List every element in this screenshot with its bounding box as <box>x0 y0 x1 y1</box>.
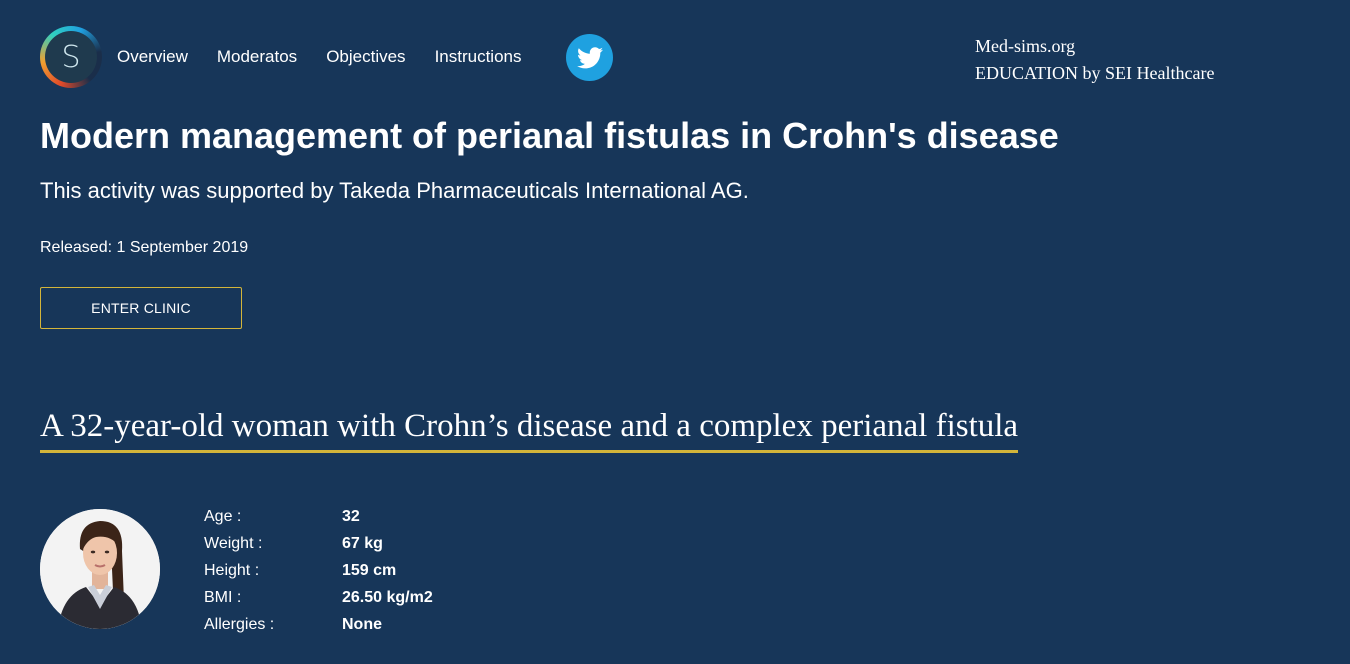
patient-portrait-icon <box>40 509 160 629</box>
stat-value: 32 <box>342 508 360 525</box>
stat-label: Weight : <box>204 535 263 552</box>
stat-value: None <box>342 616 382 633</box>
stat-label: Allergies : <box>204 616 275 633</box>
twitter-button[interactable] <box>566 34 613 81</box>
brand-site: Med-sims.org <box>975 36 1076 56</box>
patient-avatar <box>40 509 160 629</box>
nav-moderatos[interactable]: Moderatos <box>217 46 297 68</box>
med-sims-logo-icon[interactable]: S <box>40 26 102 88</box>
stat-label: Height : <box>204 562 260 579</box>
stat-row-height: Height : 159 cm <box>204 557 433 584</box>
stat-label: Age : <box>204 508 242 525</box>
nav-overview[interactable]: Overview <box>117 46 188 68</box>
nav-objectives[interactable]: Objectives <box>326 46 405 68</box>
main-nav: Overview Moderatos Objectives Instructio… <box>117 46 551 68</box>
stat-row-age: Age : 32 <box>204 503 433 530</box>
stat-row-bmi: BMI : 26.50 kg/m2 <box>204 584 433 611</box>
nav-instructions[interactable]: Instructions <box>435 46 522 68</box>
brand-tagline: EDUCATION by SEI Healthcare <box>975 63 1215 83</box>
release-date: Released: 1 September 2019 <box>40 239 249 256</box>
logo-letter: S <box>45 31 97 83</box>
enter-clinic-button[interactable]: ENTER CLINIC <box>40 287 242 329</box>
page-title: Modern management of perianal fistulas i… <box>40 115 1059 156</box>
case-title: A 32-year-old woman with Crohn’s disease… <box>40 404 1019 453</box>
stat-row-allergies: Allergies : None <box>204 611 433 638</box>
twitter-bird-icon <box>576 46 603 68</box>
patient-stats: Age : 32 Weight : 67 kg Height : 159 cm … <box>204 503 433 638</box>
stat-row-weight: Weight : 67 kg <box>204 530 433 557</box>
stat-value: 26.50 kg/m2 <box>342 589 433 606</box>
stat-label: BMI : <box>204 589 242 606</box>
support-statement: This activity was supported by Takeda Ph… <box>40 178 749 203</box>
stat-value: 67 kg <box>342 535 383 552</box>
brand-block: Med-sims.org EDUCATION by SEI Healthcare <box>975 33 1214 87</box>
stat-value: 159 cm <box>342 562 397 579</box>
